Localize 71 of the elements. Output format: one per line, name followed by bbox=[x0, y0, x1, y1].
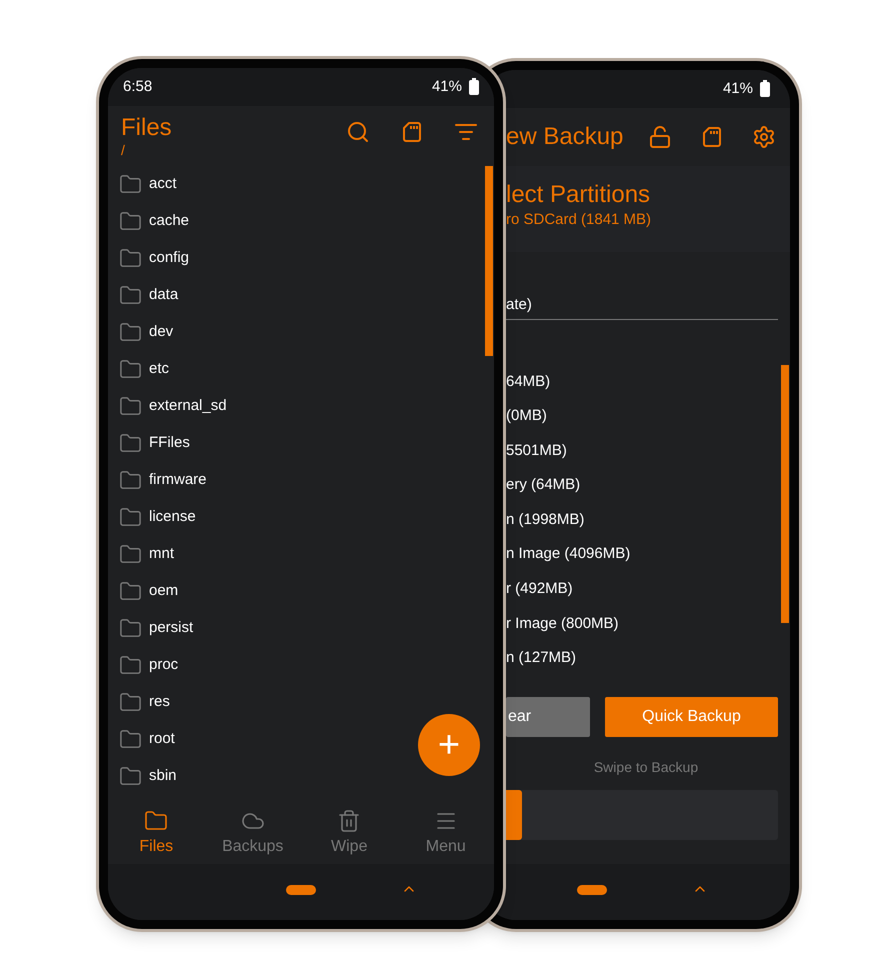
partition-item[interactable]: n (127MB) bbox=[506, 648, 790, 683]
sd-card-icon[interactable] bbox=[400, 120, 424, 144]
folder-item[interactable]: license bbox=[119, 499, 196, 536]
section-title: lect Partitions bbox=[506, 180, 652, 210]
nav-tab[interactable]: Menu bbox=[398, 804, 494, 864]
folder-icon bbox=[119, 358, 142, 381]
folder-icon bbox=[119, 210, 142, 233]
partition-item[interactable]: (0MB) bbox=[506, 406, 790, 441]
battery-icon bbox=[760, 82, 770, 96]
folder-icon bbox=[119, 617, 142, 640]
folder-item[interactable]: sbin bbox=[119, 758, 177, 795]
folder-item[interactable]: firmware bbox=[119, 462, 207, 499]
swipe-track[interactable] bbox=[506, 790, 778, 840]
unlock-icon[interactable] bbox=[648, 125, 672, 149]
folder-icon bbox=[119, 469, 142, 492]
folder-item[interactable]: data bbox=[119, 277, 178, 314]
folder-icon bbox=[119, 691, 142, 714]
home-pill[interactable] bbox=[577, 885, 607, 895]
nav-tab[interactable]: Backups bbox=[204, 804, 301, 864]
partition-item[interactable]: r (492MB) bbox=[506, 579, 790, 614]
clear-button[interactable]: ear bbox=[506, 697, 590, 737]
swipe-handle[interactable] bbox=[506, 790, 522, 840]
folder-icon bbox=[119, 432, 142, 455]
swipe-label: Swipe to Backup bbox=[594, 758, 698, 777]
folder-item[interactable]: FFiles bbox=[119, 425, 190, 462]
partition-item[interactable]: 64MB) bbox=[506, 372, 790, 406]
trash-icon bbox=[337, 809, 362, 833]
path-text: / bbox=[121, 142, 126, 158]
name-field[interactable]: ate) bbox=[506, 294, 778, 320]
folder-item[interactable]: config bbox=[119, 240, 190, 277]
partition-item[interactable]: n (1998MB) bbox=[506, 510, 790, 544]
sd-card-icon[interactable] bbox=[700, 125, 724, 149]
folder-icon bbox=[119, 247, 142, 270]
screen-title: ew Backup bbox=[506, 122, 624, 152]
folder-icon bbox=[119, 173, 142, 196]
home-pill[interactable] bbox=[286, 885, 316, 895]
folder-icon bbox=[119, 728, 142, 751]
folder-item[interactable]: oem bbox=[119, 573, 178, 610]
section-subtitle: ro SDCard (1841 MB) bbox=[506, 210, 652, 230]
folder-icon bbox=[119, 765, 142, 788]
folder-icon bbox=[144, 809, 168, 833]
folder-icon bbox=[119, 506, 142, 529]
nav-tab[interactable]: Files bbox=[108, 804, 204, 864]
folder-item[interactable]: persist bbox=[119, 610, 194, 647]
battery-icon bbox=[469, 80, 479, 94]
folder-item[interactable]: cache bbox=[119, 203, 190, 240]
partition-item[interactable]: 5501MB) bbox=[506, 440, 790, 476]
settings-icon[interactable] bbox=[752, 125, 776, 149]
battery-percent: 41% bbox=[432, 76, 462, 97]
battery-percent: 41% bbox=[722, 78, 753, 99]
folder-icon bbox=[119, 580, 142, 603]
nav-tab[interactable]: Wipe bbox=[301, 804, 398, 864]
folder-item[interactable]: acct bbox=[119, 166, 177, 203]
folder-item[interactable]: external_sd bbox=[119, 388, 227, 425]
search-icon[interactable] bbox=[346, 120, 370, 144]
folder-item[interactable]: etc bbox=[119, 351, 170, 388]
partition-item[interactable]: r Image (800MB) bbox=[506, 614, 790, 648]
folder-icon bbox=[119, 654, 142, 677]
screen-title: Files bbox=[121, 114, 172, 142]
folder-icon bbox=[119, 395, 142, 418]
folder-item[interactable]: mnt bbox=[119, 536, 174, 573]
folder-item[interactable]: res bbox=[119, 684, 170, 721]
folder-item[interactable]: root bbox=[119, 721, 175, 758]
folder-item[interactable]: dev bbox=[119, 314, 174, 351]
folder-item[interactable]: proc bbox=[119, 647, 178, 684]
folder-icon bbox=[119, 321, 142, 344]
status-time: 6:58 bbox=[123, 76, 152, 97]
folder-icon bbox=[119, 543, 142, 566]
folder-icon bbox=[119, 284, 142, 307]
partition-item[interactable]: n Image (4096MB) bbox=[506, 544, 790, 580]
partition-item[interactable]: ery (64MB) bbox=[506, 475, 790, 510]
